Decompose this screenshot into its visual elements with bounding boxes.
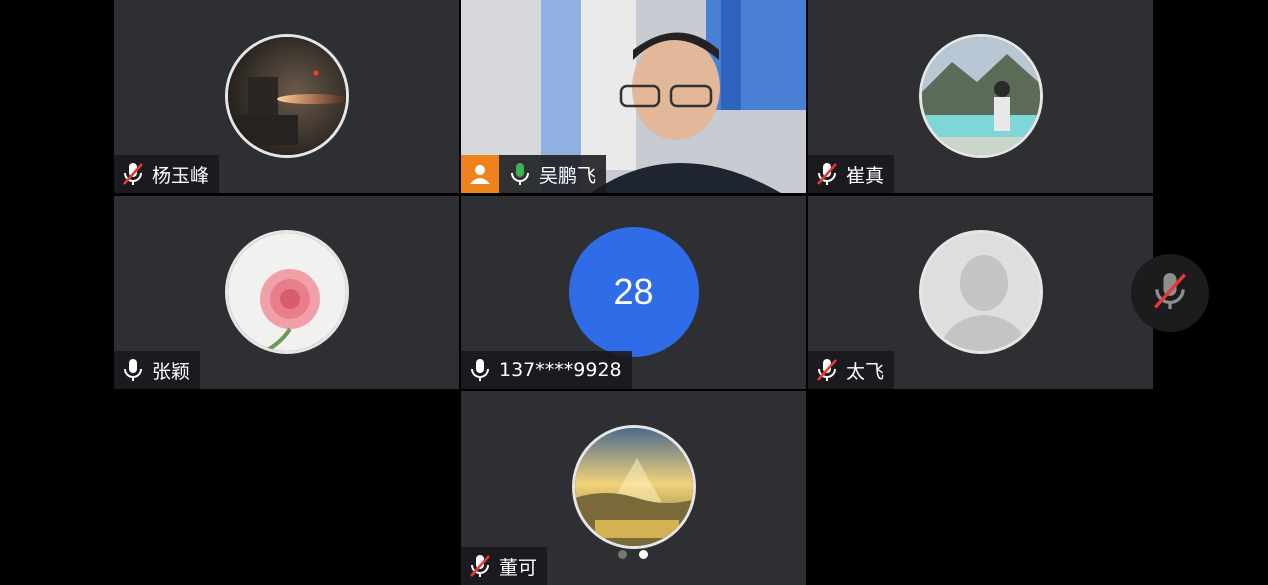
participant-tile-6[interactable]: 太飞 <box>808 196 1153 389</box>
participant-tile-4[interactable]: 张颖 <box>114 196 459 389</box>
participant-avatar <box>224 230 349 354</box>
participant-nameplate: 董可 <box>461 547 548 585</box>
participant-nameplate: 崔真 <box>808 155 895 193</box>
participant-tile-3[interactable]: 崔真 <box>808 0 1153 193</box>
page-dot-active[interactable] <box>639 550 648 559</box>
mic-muted-icon <box>814 161 840 187</box>
mic-icon <box>467 357 493 383</box>
participant-nameplate: 杨玉峰 <box>114 155 220 193</box>
participant-name: 崔真 <box>846 164 885 187</box>
mic-muted-icon <box>120 161 146 187</box>
mute-toggle-button[interactable] <box>1131 254 1209 332</box>
page-dot[interactable] <box>618 550 627 559</box>
participant-avatar <box>918 34 1043 158</box>
participant-tile-2[interactable]: 吴鹏飞 <box>461 0 806 193</box>
mic-muted-icon <box>467 553 493 579</box>
participant-avatar <box>571 425 696 549</box>
mic-muted-icon <box>1152 271 1188 315</box>
participant-name: 137****9928 <box>499 359 622 381</box>
participant-avatar <box>918 230 1043 354</box>
host-badge-icon <box>461 155 499 193</box>
participant-name: 太飞 <box>846 360 885 383</box>
page-indicator <box>618 550 648 559</box>
participant-tile-1[interactable]: 杨玉峰 <box>114 0 459 193</box>
initials-avatar: 28 <box>568 227 699 357</box>
participant-nameplate: 张颖 <box>114 351 201 389</box>
participant-name: 吴鹏飞 <box>539 164 597 187</box>
participant-tile-5[interactable]: 28 137****9928 <box>461 196 806 389</box>
mic-icon <box>120 357 146 383</box>
participant-nameplate: 太飞 <box>808 351 895 389</box>
participant-name: 杨玉峰 <box>152 164 210 187</box>
participant-name: 董可 <box>499 556 538 579</box>
participant-nameplate: 吴鹏飞 <box>461 155 607 193</box>
mic-muted-icon <box>814 357 840 383</box>
participant-nameplate: 137****9928 <box>461 351 632 389</box>
participant-name: 张颖 <box>152 360 191 383</box>
participant-avatar <box>224 34 349 158</box>
mic-active-icon <box>507 161 533 187</box>
